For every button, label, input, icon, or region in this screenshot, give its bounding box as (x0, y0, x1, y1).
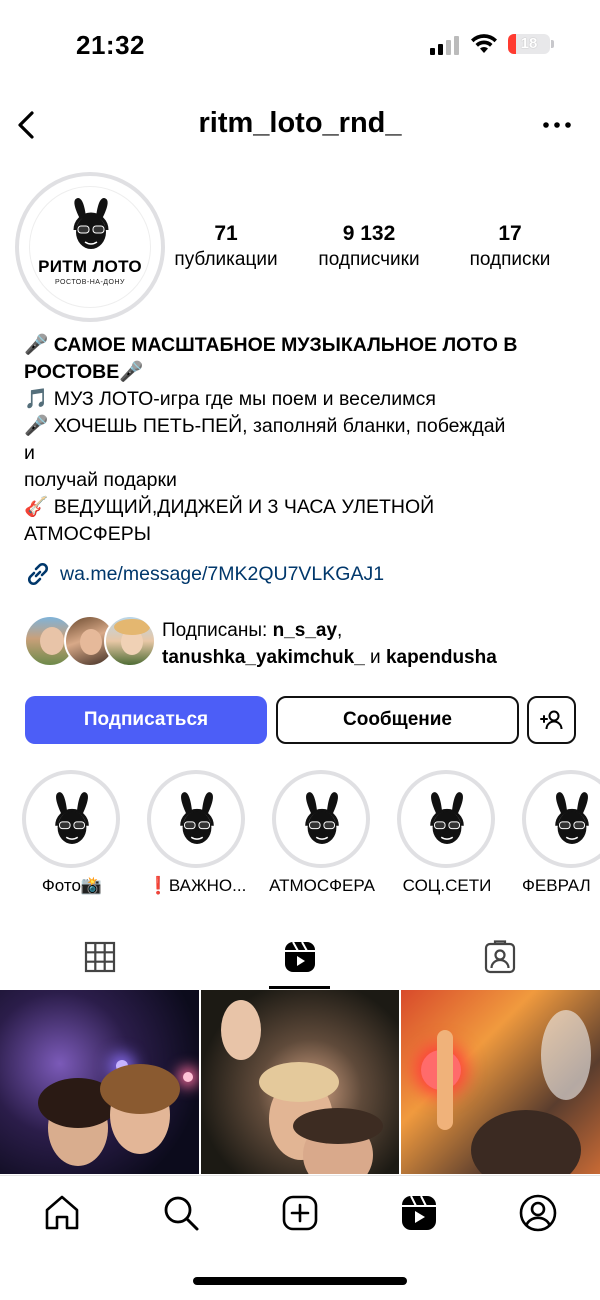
bio-title: 🎤 САМОЕ МАСШТАБНОЕ МУЗЫКАЛЬНОЕ ЛОТО В РО… (24, 334, 518, 383)
followed-by-user[interactable]: n_s_ay (273, 620, 337, 641)
bio-link-text: wa.me/message/7MK2QU7VLKGAJ1 (60, 562, 385, 585)
bio-line: 🎸 ВЕДУЩИЙ,ДИДЖЕЙ И 3 ЧАСА УЛЕТНОЙ (24, 496, 435, 518)
battery-icon: 18 (508, 34, 550, 54)
rabbit-logo-icon (55, 792, 89, 844)
stat-following-value: 17 (498, 222, 522, 245)
bio-line: АТМОСФЕРЫ (24, 523, 151, 545)
story-highlights: Фото📸 ❗ВАЖНО... АТМОСФЕРА СОЦ.СЕТИ ФЕВРА… (0, 770, 600, 900)
suggest-users-button[interactable] (527, 696, 576, 744)
rabbit-logo-icon (73, 198, 109, 249)
grid-icon (84, 941, 116, 973)
followed-by-text: Подписаны: n_s_ay, tanushka_yakimchuk_ и… (162, 617, 497, 671)
stat-posts-label: публикации (174, 249, 278, 270)
rabbit-logo-icon (555, 792, 589, 844)
rabbit-logo-icon (180, 792, 214, 844)
grid-post[interactable] (0, 990, 199, 1174)
followed-by-and: и (364, 647, 386, 668)
rabbit-logo-icon (430, 792, 464, 844)
bio-line: получай подарки (24, 469, 177, 491)
link-icon (27, 562, 49, 586)
tagged-user-icon (484, 940, 516, 974)
profile-bio: 🎤 САМОЕ МАСШТАБНОЕ МУЗЫКАЛЬНОЕ ЛОТО В РО… (24, 332, 584, 548)
avatar-subtitle-text: РОСТОВ-НА-ДОНУ (55, 279, 125, 286)
profile-header: ritm_loto_rnd_ (0, 95, 600, 155)
add-person-icon (539, 710, 562, 730)
grid-post[interactable] (401, 990, 600, 1174)
more-options-icon[interactable] (540, 113, 574, 137)
home-indicator (193, 1277, 407, 1285)
stat-followers[interactable]: 9 132 подписчики (304, 222, 434, 271)
tab-reels[interactable] (200, 935, 400, 989)
grid-post[interactable] (201, 990, 399, 1174)
bio-link[interactable]: wa.me/message/7MK2QU7VLKGAJ1 (24, 560, 384, 588)
followed-by[interactable]: Подписаны: n_s_ay, tanushka_yakimchuk_ и… (24, 615, 584, 671)
content-tabs (0, 935, 600, 989)
posts-grid (0, 990, 600, 1174)
bio-line: 🎵 МУЗ ЛОТО-игра где мы поем и веселимся (24, 388, 436, 410)
profile-icon[interactable] (517, 1192, 559, 1234)
tab-tagged[interactable] (400, 935, 600, 989)
status-time: 21:32 (76, 30, 145, 60)
highlight-cover (397, 770, 495, 868)
highlight-cover (522, 770, 600, 868)
cellular-signal-icon (430, 36, 459, 55)
stat-following[interactable]: 17 подписки (455, 222, 565, 271)
follower-avatar (104, 615, 156, 667)
battery-level: 18 (520, 35, 538, 52)
highlight-cover (147, 770, 245, 868)
followed-by-comma: , (337, 620, 343, 641)
message-button[interactable]: Сообщение (276, 696, 519, 744)
tab-posts[interactable] (0, 935, 200, 989)
profile-avatar[interactable]: РИТМ ЛОТО РОСТОВ-НА-ДОНУ (15, 172, 165, 322)
reels-nav-icon[interactable] (398, 1192, 440, 1234)
reels-icon (285, 941, 315, 972)
bio-line: и (24, 442, 35, 464)
stat-posts[interactable]: 71 публикации (165, 222, 287, 271)
status-bar: 21:32 18 (0, 0, 600, 90)
wifi-icon (471, 34, 497, 53)
rabbit-logo-icon (305, 792, 339, 844)
followed-by-user[interactable]: tanushka_yakimchuk_ (162, 647, 365, 668)
highlight-cover (22, 770, 120, 868)
follow-button[interactable]: Подписаться (25, 696, 267, 744)
home-icon[interactable] (41, 1192, 83, 1234)
stat-posts-value: 71 (214, 222, 238, 245)
highlight-cover (272, 770, 370, 868)
bio-line: 🎤 ХОЧЕШЬ ПЕТЬ-ПЕЙ, заполняй бланки, побе… (24, 415, 506, 437)
avatar-logo: РИТМ ЛОТО РОСТОВ-НА-ДОНУ (29, 186, 151, 308)
highlight-label: СОЦ.СЕТИ (402, 876, 492, 895)
followed-by-prefix: Подписаны: (162, 620, 273, 641)
followed-by-user[interactable]: kapendusha (386, 647, 497, 668)
active-tab-indicator (269, 986, 330, 989)
battery-cap (551, 40, 554, 48)
search-icon[interactable] (160, 1192, 202, 1234)
new-post-icon[interactable] (279, 1192, 321, 1234)
stat-following-label: подписки (469, 249, 551, 270)
stat-followers-value: 9 132 (342, 222, 396, 245)
stat-followers-label: подписчики (318, 249, 420, 270)
avatar-brand-text: РИТМ ЛОТО (38, 257, 142, 276)
highlight-label: ФЕВРАЛ (522, 876, 591, 895)
profile-username: ritm_loto_rnd_ (198, 107, 402, 139)
